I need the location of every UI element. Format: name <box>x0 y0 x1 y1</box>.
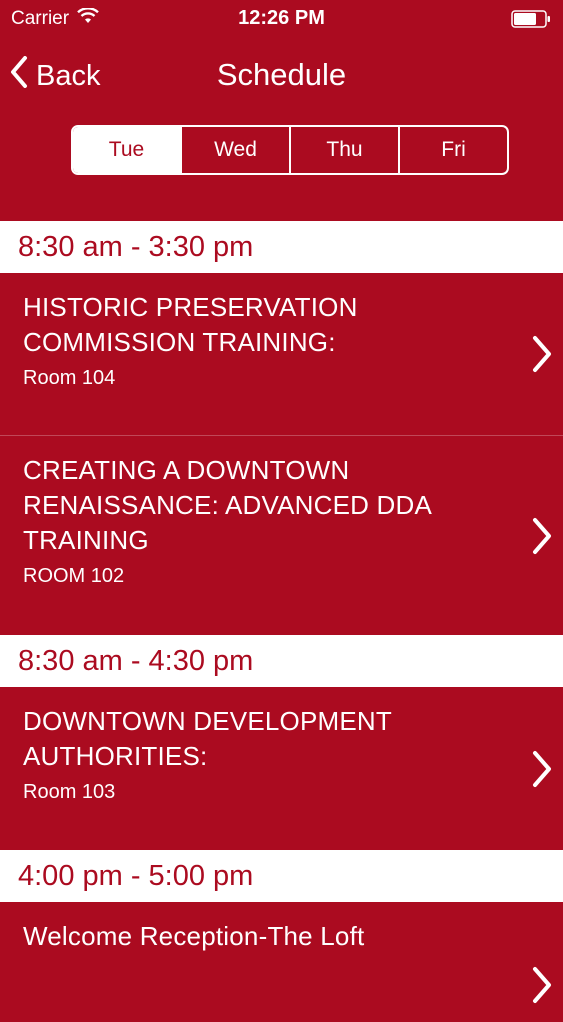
section-header-time: 8:30 am - 4:30 pm <box>0 635 563 687</box>
navigation-bar: Back Schedule <box>0 40 563 114</box>
schedule-list: 8:30 am - 3:30 pm HISTORIC PRESERVATION … <box>0 221 563 1022</box>
battery-icon <box>511 10 551 28</box>
chevron-right-icon <box>533 750 551 787</box>
session-row[interactable]: DOWNTOWN DEVELOPMENT AUTHORITIES: Room 1… <box>0 687 563 850</box>
session-room: Room 104 <box>23 367 116 389</box>
page-title: Schedule <box>216 57 347 92</box>
session-title: Welcome Reception-The Loft <box>23 921 365 951</box>
tab-fri[interactable]: Fri <box>398 127 507 173</box>
session-title: CREATING A DOWNTOWN RENAISSANCE: ADVANCE… <box>23 455 431 555</box>
session-row[interactable]: Welcome Reception-The Loft <box>0 902 563 1022</box>
chevron-right-icon <box>533 336 551 372</box>
tab-tue[interactable]: Tue <box>73 127 180 173</box>
session-title: DOWNTOWN DEVELOPMENT AUTHORITIES: <box>23 706 392 771</box>
session-title: HISTORIC PRESERVATION COMMISSION TRAININ… <box>23 292 358 357</box>
section-header-time: 8:30 am - 3:30 pm <box>0 221 563 273</box>
session-row[interactable]: CREATING A DOWNTOWN RENAISSANCE: ADVANCE… <box>0 436 563 635</box>
tab-thu[interactable]: Thu <box>289 127 398 173</box>
status-time: 12:26 PM <box>238 7 325 29</box>
chevron-right-icon <box>533 517 551 554</box>
session-room: Room 103 <box>23 781 116 803</box>
status-bar: Carrier 12:26 PM <box>0 0 563 40</box>
section-header-time: 4:00 pm - 5:00 pm <box>0 850 563 902</box>
session-row[interactable]: HISTORIC PRESERVATION COMMISSION TRAININ… <box>0 273 563 436</box>
tab-wed[interactable]: Wed <box>180 127 289 173</box>
chevron-right-icon <box>533 967 551 1003</box>
session-room: ROOM 102 <box>23 565 125 587</box>
day-segmented-control: Tue Wed Thu Fri <box>71 125 509 175</box>
